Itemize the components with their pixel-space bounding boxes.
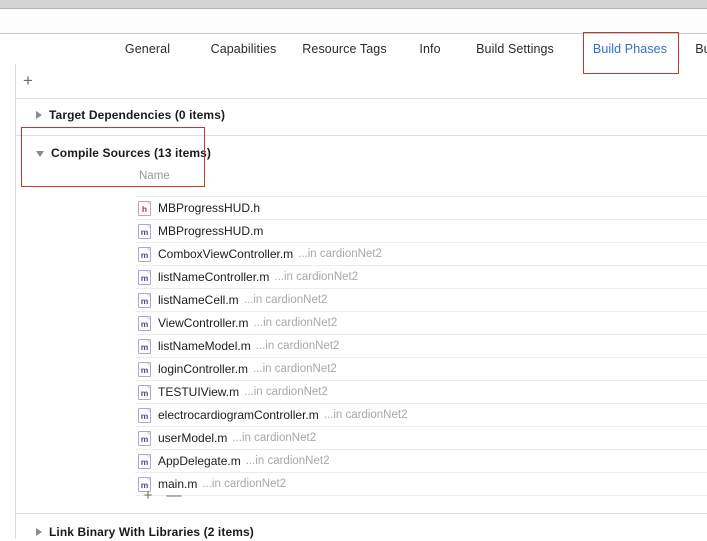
table-row[interactable]: m loginController.m ...in cardionNet2: [135, 358, 707, 381]
table-row[interactable]: m AppDelegate.m ...in cardionNet2: [135, 450, 707, 473]
tab-capabilities[interactable]: Capabilities: [197, 34, 290, 64]
file-name: MBProgressHUD.h: [158, 201, 261, 215]
table-row[interactable]: m electrocardiogramController.m ...in ca…: [135, 404, 707, 427]
objc-file-icon: m: [138, 430, 151, 446]
table-row[interactable]: m TESTUIView.m ...in cardionNet2: [135, 381, 707, 404]
table-row[interactable]: m ComboxViewController.m ...in cardionNe…: [135, 243, 707, 266]
file-name: listNameModel.m: [158, 339, 251, 353]
divider-above-compile-sources: [16, 135, 707, 136]
table-row[interactable]: m MBProgressHUD.m: [135, 220, 707, 243]
file-location: ...in cardionNet2: [253, 317, 338, 329]
tab-info[interactable]: Info: [404, 34, 456, 64]
objc-file-icon: m: [138, 384, 151, 400]
phase-header-target-dependencies[interactable]: Target Dependencies (0 items): [36, 106, 225, 124]
table-row[interactable]: h MBProgressHUD.h: [135, 196, 707, 220]
file-name: userModel.m: [158, 431, 228, 445]
add-build-phase-button[interactable]: +: [16, 68, 40, 92]
add-file-button[interactable]: +: [135, 485, 161, 505]
objc-file-icon: m: [138, 361, 151, 377]
file-location: ...in cardionNet2: [243, 294, 328, 306]
header-file-icon: h: [138, 200, 151, 216]
window-toolbar-area: [0, 9, 707, 33]
phase-header-compile-sources[interactable]: Compile Sources (13 items): [36, 144, 211, 162]
objc-file-icon: m: [138, 338, 151, 354]
divider-above-target-dependencies: [16, 98, 707, 99]
file-name: listNameController.m: [158, 270, 270, 284]
file-location: ...in cardionNet2: [244, 386, 328, 398]
objc-file-icon: m: [138, 315, 151, 331]
file-name: electrocardiogramController.m: [158, 408, 319, 422]
table-row[interactable]: m listNameModel.m ...in cardionNet2: [135, 335, 707, 358]
disclosure-triangle-collapsed-icon[interactable]: [36, 111, 42, 119]
tab-build-settings[interactable]: Build Settings: [463, 34, 567, 64]
file-name: TESTUIView.m: [158, 385, 240, 399]
window-titlebar: [0, 0, 707, 9]
column-header-name: Name: [139, 170, 170, 182]
file-name: ComboxViewController.m: [158, 247, 294, 261]
file-location: ...in cardionNet2: [245, 455, 330, 467]
table-row[interactable]: m listNameController.m ...in cardionNet2: [135, 266, 707, 289]
phase-header-link-binary[interactable]: Link Binary With Libraries (2 items): [36, 523, 254, 541]
file-location: ...in cardionNet2: [232, 432, 317, 444]
objc-file-icon: m: [138, 246, 151, 262]
tab-resource-tags[interactable]: Resource Tags: [293, 34, 396, 64]
table-row[interactable]: m ViewController.m ...in cardionNet2: [135, 312, 707, 335]
objc-file-icon: m: [138, 269, 151, 285]
phase-label-link-binary: Link Binary With Libraries (2 items): [49, 525, 254, 539]
compile-sources-file-list: h MBProgressHUD.h m MBProgressHUD.m m Co…: [135, 196, 707, 496]
file-name: listNameCell.m: [158, 293, 239, 307]
project-editor-tabbar: General Capabilities Resource Tags Info …: [0, 33, 707, 65]
objc-file-icon: m: [138, 453, 151, 469]
divider-above-link-binary: [16, 513, 707, 514]
file-location: ...in cardionNet2: [298, 248, 382, 260]
compile-sources-list-footer: + —: [135, 485, 707, 505]
disclosure-triangle-expanded-icon[interactable]: [36, 151, 44, 157]
phase-label-compile-sources: Compile Sources (13 items): [51, 146, 211, 160]
tab-build-phases[interactable]: Build Phases: [583, 34, 677, 64]
tab-build-rules[interactable]: Bu: [688, 34, 707, 64]
file-location: ...in cardionNet2: [323, 409, 408, 421]
file-location: ...in cardionNet2: [255, 340, 340, 352]
file-location: ...in cardionNet2: [274, 271, 359, 283]
file-location: ...in cardionNet2: [253, 363, 337, 375]
file-name: MBProgressHUD.m: [158, 224, 264, 238]
objc-file-icon: m: [138, 292, 151, 308]
table-row[interactable]: m listNameCell.m ...in cardionNet2: [135, 289, 707, 312]
phase-label-target-dependencies: Target Dependencies (0 items): [49, 108, 226, 122]
objc-file-icon: m: [138, 407, 151, 423]
tab-general[interactable]: General: [110, 34, 185, 64]
file-name: loginController.m: [158, 362, 249, 376]
table-row[interactable]: m userModel.m ...in cardionNet2: [135, 427, 707, 450]
remove-file-button[interactable]: —: [161, 485, 187, 505]
file-name: AppDelegate.m: [158, 454, 241, 468]
disclosure-triangle-collapsed-icon[interactable]: [36, 528, 42, 536]
file-name: ViewController.m: [158, 316, 249, 330]
objc-file-icon: m: [138, 223, 151, 239]
